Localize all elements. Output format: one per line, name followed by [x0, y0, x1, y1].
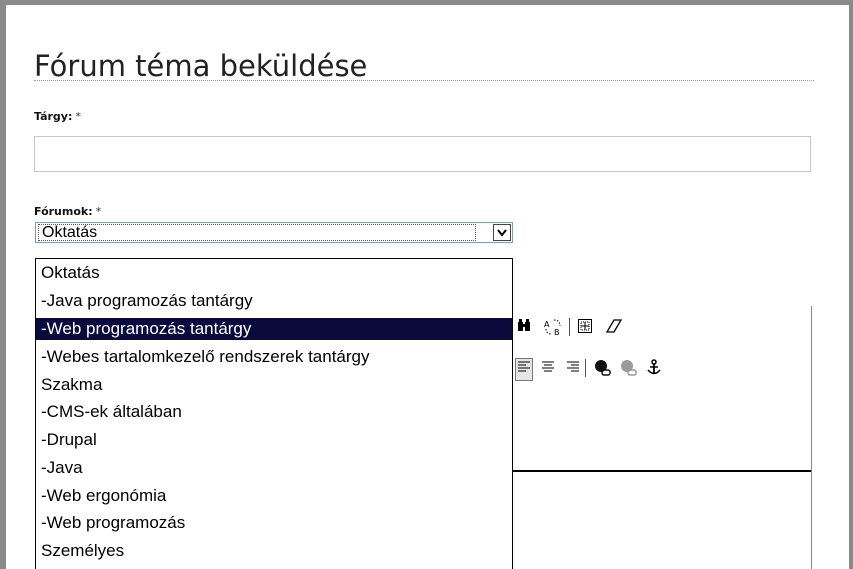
required-mark: * — [75, 110, 81, 123]
forums-select[interactable]: Oktatás — [35, 222, 513, 243]
table-icon[interactable] — [577, 318, 593, 339]
forums-label: Fórumok: * — [34, 205, 101, 218]
forum-option[interactable]: -Java programozás tantárgy — [36, 290, 512, 312]
forum-option[interactable]: Szakma — [36, 374, 512, 396]
forums-label-text: Fórumok: — [34, 205, 93, 218]
toolbar-separator — [569, 318, 570, 336]
find-icon[interactable] — [517, 318, 531, 339]
align-left-icon[interactable] — [515, 358, 533, 381]
subject-input[interactable] — [34, 136, 811, 172]
forum-option[interactable]: -Webes tartalomkezelő rendszerek tantárg… — [36, 346, 512, 368]
forum-option[interactable]: -Web programozás — [36, 512, 512, 534]
forum-option[interactable]: -Drupal — [36, 429, 512, 451]
page-title: Fórum téma beküldése — [34, 49, 368, 84]
link-icon[interactable] — [593, 359, 611, 382]
replace-icon[interactable]: AB — [542, 318, 564, 341]
anchor-icon[interactable] — [646, 359, 662, 382]
svg-text:A: A — [544, 320, 550, 329]
required-mark: * — [95, 205, 102, 218]
subject-label-text: Tárgy: — [34, 110, 73, 123]
toolbar-separator — [585, 359, 586, 377]
forum-option[interactable]: Személyes — [36, 540, 512, 562]
window-frame-top — [0, 0, 853, 5]
editor-body[interactable] — [501, 472, 811, 569]
window-frame-right — [849, 0, 853, 569]
chevron-down-icon[interactable] — [493, 224, 511, 241]
align-right-icon[interactable] — [565, 359, 581, 380]
rich-text-editor[interactable]: AB — [500, 306, 812, 569]
title-divider — [34, 80, 814, 81]
forum-option[interactable]: -Java — [36, 457, 512, 479]
eraser-icon[interactable] — [605, 318, 623, 339]
forum-option[interactable]: Oktatás — [36, 262, 512, 284]
forums-dropdown-list[interactable]: Oktatás -Java programozás tantárgy -Web … — [35, 258, 513, 569]
forums-select-value: Oktatás — [38, 224, 476, 241]
forum-option-highlighted[interactable]: -Web programozás tantárgy — [36, 318, 512, 340]
editor-toolbar: AB — [501, 306, 811, 472]
forum-option[interactable]: -Web ergonómia — [36, 485, 512, 507]
align-center-icon[interactable] — [540, 359, 556, 380]
unlink-icon[interactable] — [619, 359, 637, 382]
svg-text:B: B — [554, 328, 560, 336]
subject-label: Tárgy: * — [34, 110, 81, 123]
window-frame-left — [0, 0, 6, 569]
forum-option[interactable]: -CMS-ek általában — [36, 401, 512, 423]
